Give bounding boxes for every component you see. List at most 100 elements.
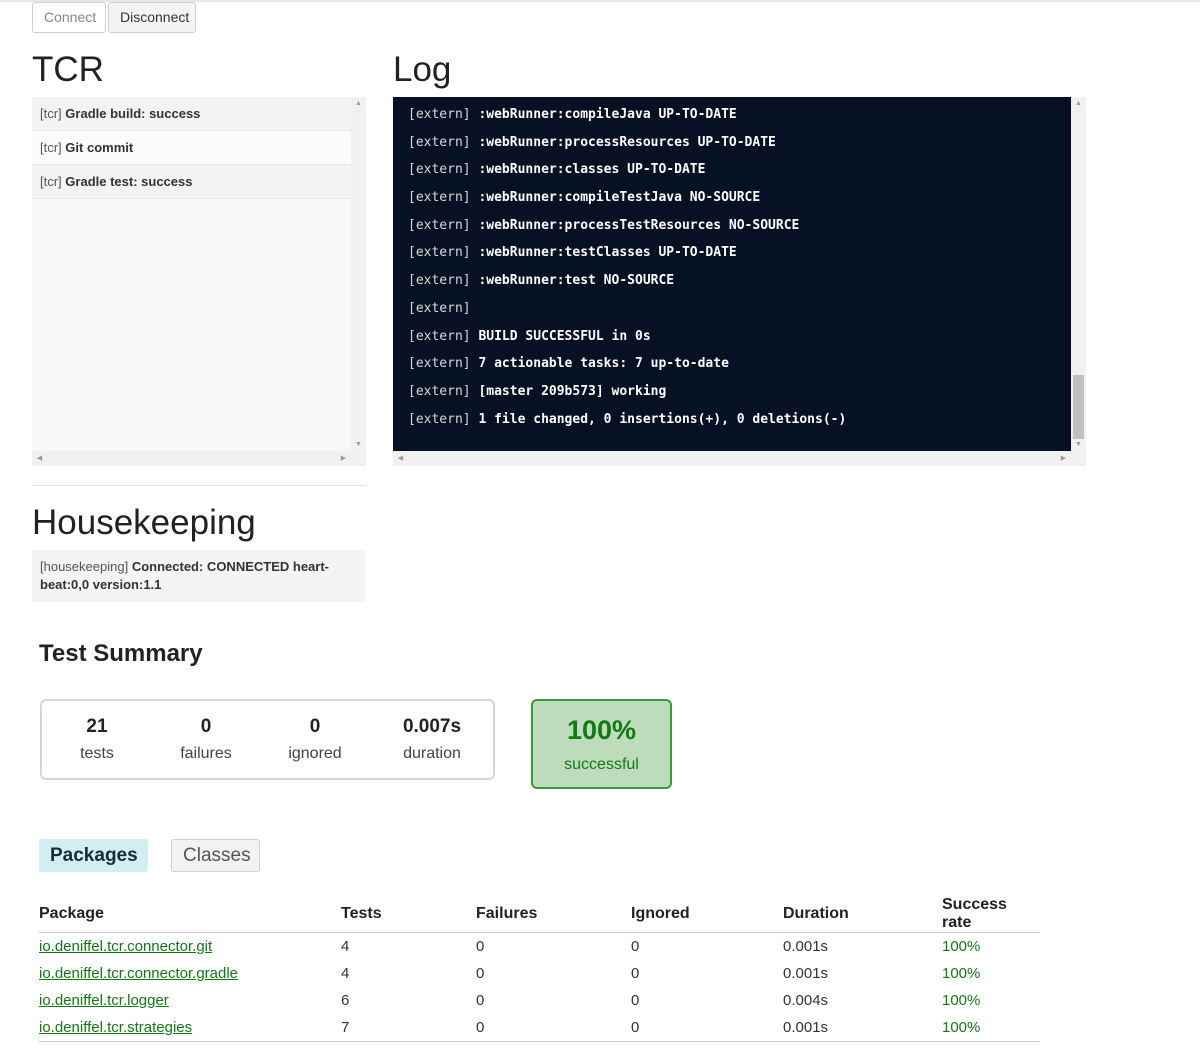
- tests-cell: 4: [341, 937, 350, 955]
- tcr-item: [tcr] Gradle test: success: [32, 165, 351, 199]
- housekeeping-message: [housekeeping] Connected: CONNECTED hear…: [32, 550, 366, 602]
- log-line-message: 1 file changed, 0 insertions(+), 0 delet…: [478, 411, 847, 427]
- log-line: [extern] :webRunner:processResources UP-…: [408, 129, 1072, 157]
- success-rate-label: successful: [564, 756, 639, 773]
- tab-classes[interactable]: Classes: [171, 839, 260, 872]
- log-vertical-scrollbar[interactable]: ▲ ▼: [1071, 97, 1086, 452]
- log-line-prefix: [extern]: [408, 190, 471, 206]
- test-summary-heading: Test Summary: [39, 640, 203, 667]
- scroll-up-arrow-icon[interactable]: ▲: [351, 99, 366, 109]
- scroll-left-arrow-icon[interactable]: ◀: [32, 454, 47, 464]
- failures-cell: 0: [476, 937, 485, 955]
- log-line-message: [master 209b573] working: [478, 383, 667, 399]
- ignored-value: 0: [309, 716, 321, 737]
- log-scrollbar-thumb[interactable]: [1073, 375, 1084, 439]
- table-row: io.deniffel.tcr.logger 6 0 0 0.004s 100%: [39, 987, 1040, 1014]
- duration-value: 0.007s: [402, 716, 462, 737]
- log-line-prefix: [extern]: [408, 134, 471, 150]
- log-line-message: :webRunner:compileJava UP-TO-DATE: [478, 107, 737, 122]
- tcr-item-prefix: [tcr]: [40, 106, 62, 121]
- failures-cell: 0: [476, 964, 485, 982]
- ignored-cell: 0: [631, 937, 640, 955]
- log-line-prefix: [extern]: [408, 273, 471, 289]
- log-horizontal-scrollbar[interactable]: ◀ ▶: [393, 451, 1086, 466]
- column-header-success-rate: Success rate: [942, 896, 1040, 933]
- tcr-vertical-scrollbar[interactable]: ▲ ▼: [351, 97, 366, 452]
- success-rate-cell: 100%: [942, 964, 981, 982]
- log-line-prefix: [extern]: [408, 300, 471, 316]
- tcr-item: [tcr] Gradle build: success: [32, 97, 351, 131]
- ignored-cell: 0: [631, 1014, 783, 1043]
- log-line-message: :webRunner:processResources UP-TO-DATE: [478, 134, 776, 150]
- log-line-message: :webRunner:test NO-SOURCE: [478, 273, 675, 289]
- log-line-prefix: [extern]: [408, 217, 471, 233]
- housekeeping-heading: Housekeeping: [32, 503, 256, 542]
- package-link[interactable]: io.deniffel.tcr.connector.git: [39, 938, 212, 955]
- scroll-down-arrow-icon[interactable]: ▼: [1071, 440, 1086, 450]
- failures-cell: 0: [476, 992, 485, 1010]
- tcr-heading: TCR: [32, 50, 104, 89]
- housekeeping-prefix: [housekeeping]: [40, 559, 129, 574]
- log-line: [extern] :webRunner:test NO-SOURCE: [408, 267, 1072, 295]
- log-panel[interactable]: [extern] :webRunner:compileJava UP-TO-DA…: [393, 97, 1086, 466]
- scroll-left-arrow-icon[interactable]: ◀: [393, 454, 408, 464]
- tests-cell: 6: [341, 992, 350, 1010]
- tcr-list: [tcr] Gradle build: success [tcr] Git co…: [32, 97, 351, 452]
- log-line-message: 7 actionable tasks: 7 up-to-date: [478, 356, 729, 372]
- table-row: io.deniffel.tcr.connector.git 4 0 0 0.00…: [39, 933, 1040, 960]
- log-heading: Log: [393, 50, 452, 89]
- log-line-message: BUILD SUCCESSFUL in 0s: [478, 328, 651, 344]
- log-line: [extern] :webRunner:classes UP-TO-DATE: [408, 156, 1072, 184]
- log-line: [extern] 7 actionable tasks: 7 up-to-dat…: [408, 350, 1072, 378]
- log-line-prefix: [extern]: [408, 411, 471, 427]
- success-rate-value: 100%: [566, 715, 637, 745]
- package-link[interactable]: io.deniffel.tcr.logger: [39, 992, 169, 1009]
- column-header-failures: Failures: [476, 896, 631, 933]
- package-link[interactable]: io.deniffel.tcr.connector.gradle: [39, 965, 238, 982]
- log-line-message: :webRunner:processTestResources NO-SOURC…: [478, 217, 800, 233]
- tcr-item-message: Gradle test: success: [65, 174, 193, 189]
- tcr-item-message: Gradle build: success: [65, 106, 201, 121]
- tcr-item-prefix: [tcr]: [40, 174, 62, 189]
- success-rate-cell: 100%: [942, 992, 981, 1010]
- tab-packages[interactable]: Packages: [39, 839, 148, 872]
- tcr-horizontal-scrollbar[interactable]: ◀ ▶: [32, 451, 366, 466]
- duration-cell: 0.004s: [783, 992, 829, 1010]
- log-line: [extern] :webRunner:compileTestJava NO-S…: [408, 184, 1072, 212]
- duration-cell: 0.001s: [783, 1014, 942, 1043]
- tcr-item-prefix: [tcr]: [40, 140, 62, 155]
- test-summary-counters: 21 tests 0 failures 0 ignored 0.007s dur…: [40, 699, 495, 780]
- ignored-label: ignored: [288, 745, 342, 762]
- column-header-ignored: Ignored: [631, 896, 783, 933]
- scroll-up-arrow-icon[interactable]: ▲: [1071, 99, 1086, 109]
- success-rate-cell: 100%: [942, 937, 981, 955]
- tests-value: 21: [86, 716, 108, 737]
- disconnect-button[interactable]: Disconnect: [108, 2, 196, 33]
- duration-label: duration: [403, 745, 461, 762]
- scroll-right-arrow-icon[interactable]: ▶: [336, 454, 351, 464]
- packages-table: Package Tests Failures Ignored Duration …: [39, 896, 1040, 1043]
- package-link[interactable]: io.deniffel.tcr.strategies: [39, 1019, 192, 1036]
- scroll-down-arrow-icon[interactable]: ▼: [351, 440, 366, 450]
- connect-button[interactable]: Connect: [32, 2, 106, 33]
- scroll-right-arrow-icon[interactable]: ▶: [1056, 454, 1071, 464]
- tests-cell: 7: [341, 1014, 476, 1043]
- log-line-prefix: [extern]: [408, 383, 471, 399]
- failures-cell: 0: [476, 1014, 631, 1043]
- log-output: [extern] :webRunner:compileJava UP-TO-DA…: [393, 97, 1072, 452]
- log-line-message: :webRunner:testClasses UP-TO-DATE: [478, 245, 737, 261]
- tests-label: tests: [80, 745, 114, 762]
- ignored-cell: 0: [631, 964, 640, 982]
- table-header-row: Package Tests Failures Ignored Duration …: [39, 896, 1040, 933]
- tcr-panel[interactable]: [tcr] Gradle build: success [tcr] Git co…: [32, 97, 366, 466]
- log-line: [extern] :webRunner:testClasses UP-TO-DA…: [408, 239, 1072, 267]
- log-line-prefix: [extern]: [408, 328, 471, 344]
- tcr-item-message: Git commit: [65, 140, 134, 155]
- log-line-prefix: [extern]: [408, 107, 471, 122]
- column-header-package: Package: [39, 896, 341, 933]
- column-header-tests: Tests: [341, 896, 476, 933]
- log-line-prefix: [extern]: [408, 245, 471, 261]
- duration-cell: 0.001s: [783, 964, 829, 982]
- success-rate-cell: 100%: [942, 1014, 1040, 1043]
- log-line-message: :webRunner:compileTestJava NO-SOURCE: [478, 190, 761, 206]
